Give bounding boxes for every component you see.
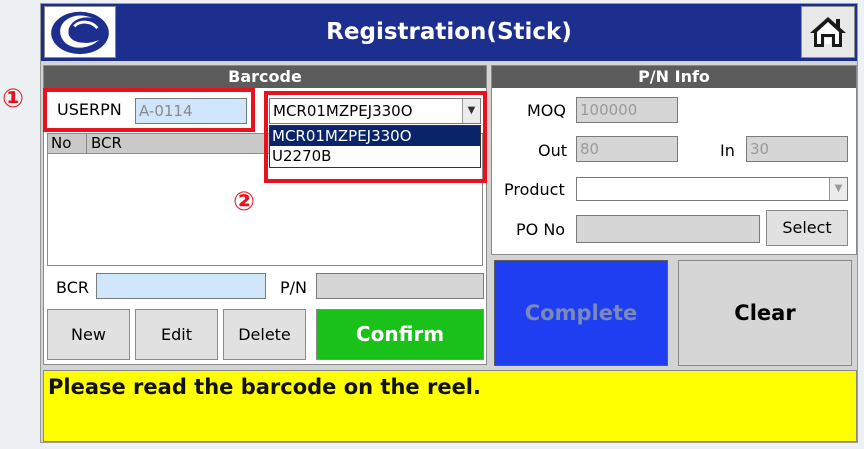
moq-field: 100000 [576,97,678,123]
product-label: Product [504,180,565,199]
bcr-label: BCR [56,278,89,297]
annotation-box-dropdown [264,91,487,183]
pn-info-panel-header: P/N Info [492,66,856,88]
new-button[interactable]: New [47,309,130,360]
out-field: 80 [576,136,678,162]
home-button[interactable] [801,6,855,58]
in-label: In [720,141,735,160]
po-no-label: PO No [516,220,566,239]
barcode-panel-header: Barcode [44,66,486,88]
app-window: Registration(Stick) Barcode USERPN A-011… [40,3,858,443]
bcr-field[interactable] [96,273,266,299]
po-no-field [576,215,760,243]
out-label: Out [538,141,568,160]
product-combo[interactable]: ▼ [576,177,848,201]
in-field: 30 [746,136,848,162]
status-message: Please read the barcode on the reel. [43,370,857,442]
annotation-marker-1: ① [2,84,25,114]
page-title: Registration(Stick) [326,19,572,45]
annotation-box-userpn [43,88,255,132]
moq-label: MOQ [527,101,566,120]
pn-info-panel: P/N Info MOQ 100000 Out 80 In 30 Product… [491,65,857,255]
annotation-marker-2: ② [233,187,256,217]
home-icon [810,17,846,47]
title-bar: Registration(Stick) [41,4,857,61]
pn-label: P/N [280,278,308,297]
confirm-button[interactable]: Confirm [316,309,484,360]
edit-button[interactable]: Edit [135,309,218,360]
delete-button[interactable]: Delete [223,309,306,360]
complete-button[interactable]: Complete [494,260,668,366]
clear-button[interactable]: Clear [678,260,852,366]
select-button[interactable]: Select [766,210,848,246]
pn-field [316,273,484,299]
ceyon-logo [44,6,116,58]
chevron-down-icon[interactable]: ▼ [829,178,847,200]
